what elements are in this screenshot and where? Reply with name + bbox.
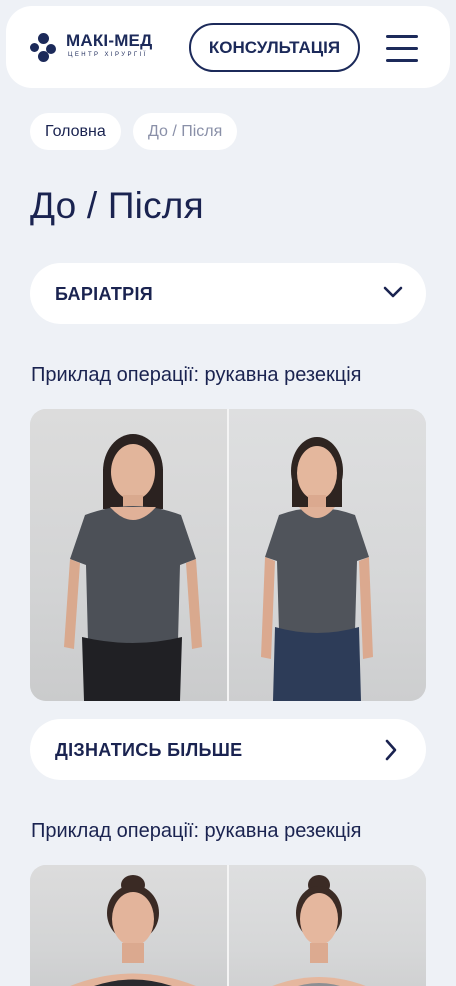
logo-name: МАКІ-МЕД — [66, 31, 153, 50]
learn-more-button[interactable]: ДІЗНАТИСЬ БІЛЬШЕ — [30, 719, 426, 780]
chevron-down-icon — [383, 286, 403, 298]
consultation-button[interactable]: КОНСУЛЬТАЦІЯ — [189, 23, 360, 72]
after-photo — [229, 865, 426, 986]
logo-subtitle: ЦЕНТР ХІРУРГІЇ — [68, 52, 148, 58]
before-after-photo[interactable] — [30, 409, 426, 701]
learn-more-label: ДІЗНАТИСЬ БІЛЬШЕ — [55, 740, 243, 760]
before-after-photo[interactable] — [30, 865, 426, 986]
hamburger-icon[interactable] — [386, 33, 420, 63]
breadcrumb-current: До / Після — [133, 113, 238, 150]
breadcrumb-home[interactable]: Головна — [30, 113, 121, 150]
logo-icon — [30, 32, 60, 64]
before-photo — [30, 409, 227, 701]
category-select[interactable]: БАРІАТРІЯ — [30, 263, 426, 324]
category-select-value: БАРІАТРІЯ — [55, 284, 153, 304]
site-header: МАКІ-МЕД ЦЕНТР ХІРУРГІЇ КОНСУЛЬТАЦІЯ — [6, 6, 450, 88]
logo[interactable]: МАКІ-МЕД ЦЕНТР ХІРУРГІЇ — [30, 32, 152, 64]
example-title: Приклад операції: рукавна резекція — [31, 820, 362, 842]
example-title: Приклад операції: рукавна резекція — [31, 364, 362, 386]
after-photo — [229, 409, 426, 701]
page-title: До / Після — [30, 185, 204, 226]
chevron-right-icon — [385, 739, 397, 761]
before-photo — [30, 865, 227, 986]
